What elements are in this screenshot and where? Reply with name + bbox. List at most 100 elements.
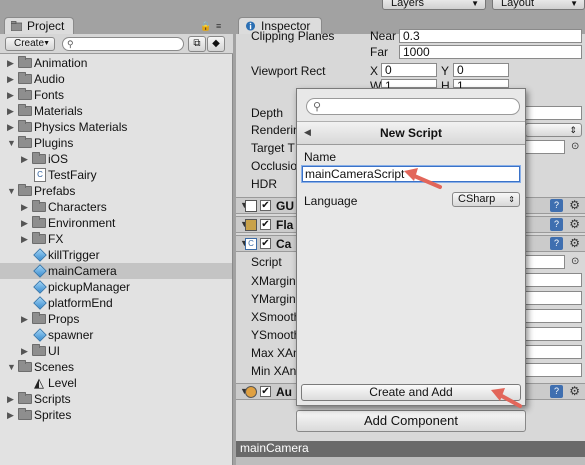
tab-project[interactable]: Project [4, 17, 74, 34]
far-field[interactable]: 1000 [399, 45, 582, 59]
script-field[interactable] [525, 255, 565, 269]
viewport-h-field[interactable]: 1 [453, 79, 509, 92]
object-picker-icon[interactable]: ⊙ [571, 141, 579, 152]
target-texture-field[interactable] [525, 140, 565, 154]
gear-icon[interactable]: ⚙ [569, 236, 580, 250]
xmargin-field[interactable] [525, 273, 582, 287]
layout-dropdown[interactable]: Layout ▼ [492, 0, 585, 10]
folder-item[interactable]: ▶ Audio [0, 71, 232, 87]
flare-layer-icon [245, 219, 257, 231]
asset-item[interactable]: spawner [0, 327, 232, 343]
asset-item[interactable]: C TestFairy [0, 167, 232, 183]
folder-icon [18, 120, 32, 132]
near-field[interactable]: 0.3 [399, 29, 582, 43]
component-name: Au [276, 385, 292, 399]
tree-item-label: Scenes [34, 360, 75, 374]
project-search-input[interactable]: ⚲ [62, 37, 184, 51]
viewport-y-field[interactable]: 0 [453, 63, 509, 77]
min-x-label: Min XAn [251, 364, 297, 378]
enabled-checkbox[interactable]: ✔ [260, 200, 271, 211]
viewport-x-field[interactable]: 0 [381, 63, 437, 77]
tree-item-label: Props [48, 312, 80, 326]
enabled-checkbox[interactable]: ✔ [260, 386, 271, 397]
xsmooth-field[interactable] [525, 309, 582, 323]
collapsed-arrow-icon[interactable]: ▶ [7, 103, 17, 119]
folder-item[interactable]: ▶ Physics Materials [0, 119, 232, 135]
folder-item[interactable]: ▶ Props [0, 311, 232, 327]
collapsed-arrow-icon[interactable]: ▶ [7, 407, 17, 423]
language-dropdown[interactable]: CSharp ⇕ [452, 192, 520, 207]
tree-item-label: spawner [48, 328, 94, 342]
collapsed-arrow-icon[interactable]: ▶ [7, 391, 17, 407]
annotation-arrow-icon [404, 168, 442, 189]
folder-item[interactable]: ▼ Prefabs [0, 183, 232, 199]
collapsed-arrow-icon[interactable]: ▶ [21, 151, 31, 167]
folder-item[interactable]: ▶ FX [0, 231, 232, 247]
folder-item[interactable]: ▶ Materials [0, 103, 232, 119]
preview-status-bar: mainCamera [236, 441, 585, 457]
lock-icon[interactable]: 🔒 [200, 21, 212, 32]
expanded-arrow-icon[interactable]: ▼ [7, 359, 17, 375]
min-x-field[interactable] [525, 363, 582, 377]
help-book-icon[interactable]: ? [550, 199, 563, 212]
collapsed-arrow-icon[interactable]: ▶ [21, 199, 31, 215]
collapsed-arrow-icon[interactable]: ▶ [7, 55, 17, 71]
tree-item-label: Level [48, 376, 77, 390]
gear-icon[interactable]: ⚙ [569, 384, 580, 398]
folder-icon [18, 136, 32, 148]
gear-icon[interactable]: ⚙ [569, 217, 580, 231]
enabled-checkbox[interactable]: ✔ [260, 238, 271, 249]
ymargin-field[interactable] [525, 291, 582, 305]
rendering-path-dropdown[interactable]: ⇕ [525, 123, 582, 137]
collapsed-arrow-icon[interactable]: ▶ [21, 311, 31, 327]
asset-item[interactable]: mainCamera [0, 263, 232, 279]
collapsed-arrow-icon[interactable]: ▶ [7, 119, 17, 135]
folder-item[interactable]: ▶ iOS [0, 151, 232, 167]
tree-item-label: TestFairy [48, 168, 97, 182]
filter-label-icon[interactable]: ◆ [207, 36, 225, 52]
asset-item[interactable]: pickupManager [0, 279, 232, 295]
folder-item[interactable]: ▼ Plugins [0, 135, 232, 151]
ysmooth-label: YSmooth [251, 328, 301, 342]
collapsed-arrow-icon[interactable]: ▶ [21, 231, 31, 247]
viewport-w-field[interactable]: 1 [381, 79, 437, 92]
asset-item[interactable]: killTrigger [0, 247, 232, 263]
tree-item-label: iOS [48, 152, 69, 166]
viewport-y-label: Y [441, 64, 450, 78]
filter-type-icon[interactable]: ⧉ [188, 36, 206, 52]
collapsed-arrow-icon[interactable]: ▶ [21, 215, 31, 231]
create-button[interactable]: Create ▼ [5, 37, 55, 51]
collapsed-arrow-icon[interactable]: ▶ [7, 87, 17, 103]
add-component-button[interactable]: Add Component [296, 410, 526, 432]
asset-item[interactable]: platformEnd [0, 295, 232, 311]
collapsed-arrow-icon[interactable]: ▶ [21, 343, 31, 359]
gear-icon[interactable]: ⚙ [569, 198, 580, 212]
expanded-arrow-icon[interactable]: ▼ [7, 183, 17, 199]
folder-item[interactable]: ▶ UI [0, 343, 232, 359]
panel-menu-icon[interactable]: ≡ [216, 21, 222, 31]
expanded-arrow-icon[interactable]: ▼ [7, 135, 17, 151]
folder-item[interactable]: ▶ Animation [0, 55, 232, 71]
tree-item-label: Prefabs [34, 184, 76, 198]
help-book-icon[interactable]: ? [550, 237, 563, 250]
tab-project-label: Project [27, 19, 65, 33]
folder-item[interactable]: ▶ Scripts [0, 391, 232, 407]
collapsed-arrow-icon[interactable]: ▶ [7, 71, 17, 87]
help-book-icon[interactable]: ? [550, 218, 563, 231]
folder-item[interactable]: ▶ Characters [0, 199, 232, 215]
max-x-field[interactable] [525, 345, 582, 359]
popup-search-input[interactable]: ⚲ [306, 98, 520, 115]
object-picker-icon[interactable]: ⊙ [571, 256, 579, 267]
folder-icon [18, 72, 32, 84]
layers-dropdown[interactable]: Layers ▼ [382, 0, 486, 10]
ymargin-label: YMargin [251, 292, 296, 306]
asset-item[interactable]: ◭ Level [0, 375, 232, 391]
folder-item[interactable]: ▶ Sprites [0, 407, 232, 423]
help-book-icon[interactable]: ? [550, 385, 563, 398]
folder-item[interactable]: ▼ Scenes [0, 359, 232, 375]
enabled-checkbox[interactable]: ✔ [260, 219, 271, 230]
folder-item[interactable]: ▶ Environment [0, 215, 232, 231]
ysmooth-field[interactable] [525, 327, 582, 341]
depth-field[interactable] [525, 106, 582, 120]
folder-item[interactable]: ▶ Fonts [0, 87, 232, 103]
